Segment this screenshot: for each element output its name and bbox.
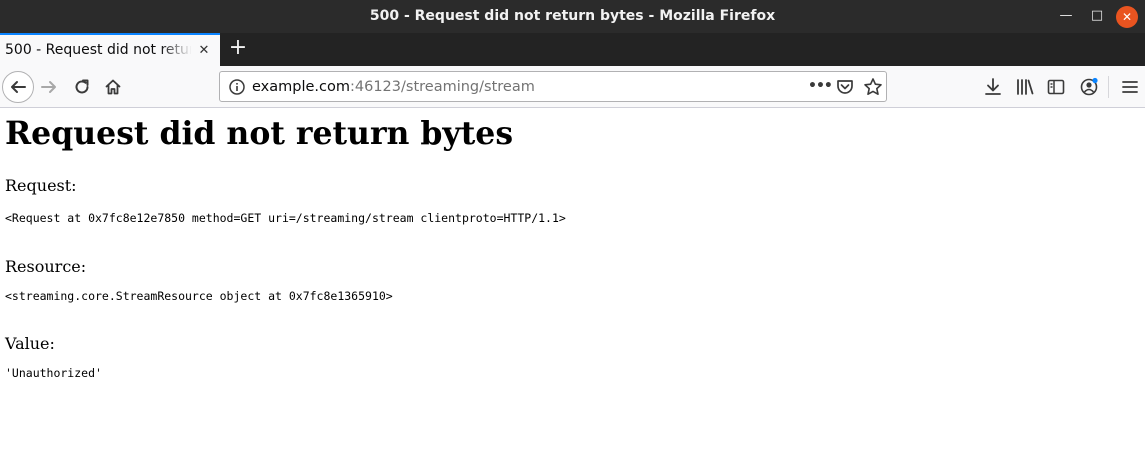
tab-active[interactable]: 500 - Request did not return bytes ✕ xyxy=(0,33,220,66)
value-value: 'Unauthorized' xyxy=(5,366,102,380)
account-icon[interactable] xyxy=(1079,77,1099,97)
back-button[interactable] xyxy=(2,71,34,103)
value-label: Value: xyxy=(5,334,55,353)
pocket-icon[interactable] xyxy=(835,77,855,97)
url-bar[interactable]: example.com:46123/streaming/stream ••• xyxy=(219,71,887,102)
page-title: Request did not return bytes xyxy=(5,115,514,152)
maximize-icon[interactable]: □ xyxy=(1083,0,1111,33)
library-icon[interactable] xyxy=(1015,77,1035,97)
reload-button[interactable] xyxy=(68,73,96,101)
url-text[interactable]: example.com:46123/streaming/stream xyxy=(252,72,535,101)
tab-title-fade xyxy=(160,35,192,66)
resource-value: <streaming.core.StreamResource object at… xyxy=(5,289,393,303)
star-icon[interactable] xyxy=(863,77,883,97)
request-label: Request: xyxy=(5,176,77,195)
home-button[interactable] xyxy=(99,73,127,101)
minimize-icon[interactable]: — xyxy=(1052,0,1080,33)
url-host: example.com xyxy=(252,79,350,95)
window-title: 500 - Request did not return bytes - Moz… xyxy=(369,8,776,24)
hamburger-menu-icon[interactable] xyxy=(1120,77,1140,97)
new-tab-plus-icon[interactable]: + xyxy=(226,37,250,61)
home-icon xyxy=(105,79,121,95)
info-icon[interactable] xyxy=(228,78,246,96)
close-icon[interactable]: ✕ xyxy=(1116,6,1138,28)
window-titlebar: 500 - Request did not return bytes - Moz… xyxy=(0,0,1145,33)
resource-label: Resource: xyxy=(5,257,87,276)
page-content: Request did not return bytes Request: <R… xyxy=(0,109,1145,469)
back-arrow-icon xyxy=(11,81,26,93)
tab-close-icon[interactable]: ✕ xyxy=(196,43,212,59)
tab-strip: 500 - Request did not return bytes ✕ + xyxy=(0,33,1145,66)
forward-button[interactable] xyxy=(35,73,63,101)
reload-icon xyxy=(75,79,89,94)
page-actions-icon[interactable]: ••• xyxy=(808,77,833,97)
toolbar-divider xyxy=(1108,76,1109,98)
request-value: <Request at 0x7fc8e12e7850 method=GET ur… xyxy=(5,211,566,225)
sidebar-icon[interactable] xyxy=(1046,77,1066,97)
navigation-toolbar: example.com:46123/streaming/stream ••• xyxy=(0,66,1145,108)
url-path: :46123/streaming/stream xyxy=(350,79,535,95)
forward-arrow-icon xyxy=(41,81,56,93)
download-icon[interactable] xyxy=(983,77,1003,97)
